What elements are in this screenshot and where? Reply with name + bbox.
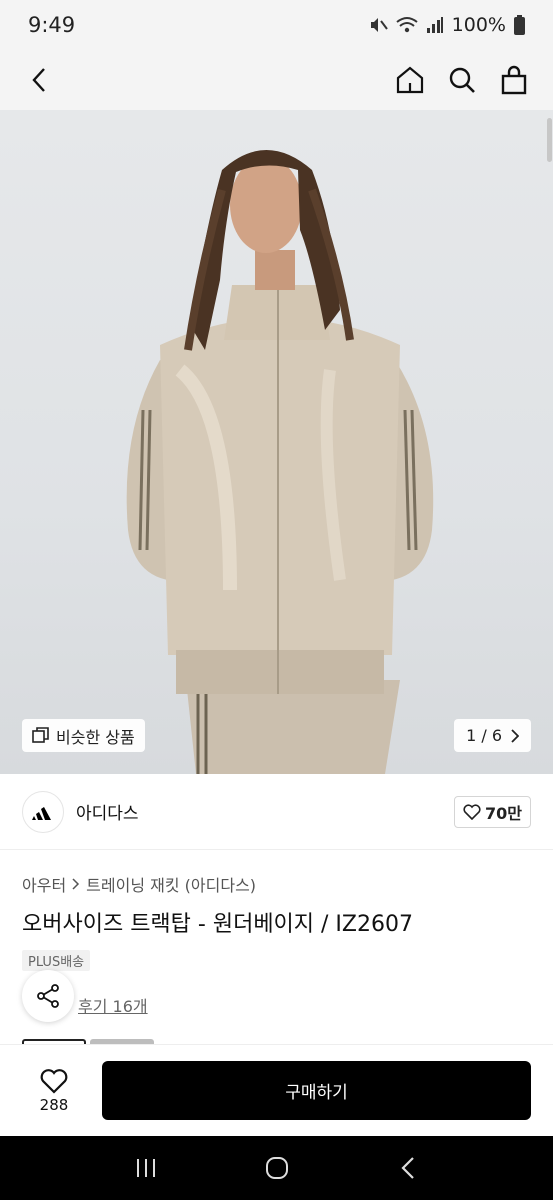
plus-delivery-badge: PLUS배송 xyxy=(22,950,91,971)
shopping-bag-icon xyxy=(501,65,527,95)
brand-name: 아디다스 xyxy=(76,804,139,824)
pager-text: 1 / 6 xyxy=(466,726,502,745)
similar-products-label: 비슷한 상품 xyxy=(56,727,135,747)
breadcrumb: 아우터 트레이닝 재킷 (아디다스) xyxy=(22,872,256,896)
back-button[interactable] xyxy=(24,65,54,95)
battery-text: 100% xyxy=(451,14,506,36)
home-system-button[interactable] xyxy=(262,1153,292,1183)
chevron-right-icon xyxy=(72,878,80,890)
brand-like-button[interactable]: 70만 xyxy=(454,795,531,828)
wishlist-button[interactable]: 288 xyxy=(22,1068,86,1114)
similar-products-button[interactable]: 비슷한 상품 xyxy=(22,719,145,752)
heart-icon xyxy=(463,803,481,820)
signal-icon xyxy=(426,16,444,34)
cart-button[interactable] xyxy=(499,65,529,95)
image-pager[interactable]: 1 / 6 xyxy=(454,719,531,752)
breadcrumb-item[interactable]: 아우터 xyxy=(22,872,66,896)
wishlist-count: 288 xyxy=(39,1095,69,1114)
wifi-icon xyxy=(396,16,418,34)
back-arrow-icon xyxy=(400,1157,414,1179)
breadcrumb-item[interactable]: 트레이닝 재킷 (아디다스) xyxy=(86,872,256,896)
recent-apps-icon xyxy=(136,1159,155,1177)
status-icons: 100% xyxy=(368,14,525,36)
home-circle-icon xyxy=(265,1157,288,1179)
share-button[interactable] xyxy=(22,970,74,1022)
home-icon xyxy=(396,66,424,94)
scroll-indicator[interactable] xyxy=(547,118,552,162)
brand-like-count: 70만 xyxy=(485,803,522,823)
product-title: 오버사이즈 트랙탑 - 원더베이지 / IZ2607 xyxy=(22,912,413,937)
recent-apps-button[interactable] xyxy=(131,1153,161,1183)
system-nav-bar xyxy=(0,1136,553,1200)
chevron-right-icon xyxy=(511,728,519,743)
battery-icon xyxy=(514,15,525,35)
nav-actions xyxy=(395,65,529,95)
adidas-logo xyxy=(22,790,64,833)
buy-button[interactable]: 구매하기 xyxy=(102,1061,531,1120)
share-icon xyxy=(37,984,59,1008)
system-back-button[interactable] xyxy=(393,1153,423,1183)
product-image[interactable] xyxy=(0,110,553,774)
purchase-bar: 288 구매하기 xyxy=(0,1044,553,1136)
copy-icon xyxy=(32,726,49,743)
status-time: 9:49 xyxy=(28,13,76,37)
brand-link[interactable]: 아디다스 xyxy=(22,790,139,833)
status-bar: 9:49 100% xyxy=(0,0,553,50)
brand-row: 아디다스 70만 xyxy=(0,774,553,850)
heart-icon xyxy=(40,1068,68,1094)
mute-icon xyxy=(368,15,388,35)
chevron-left-icon xyxy=(32,68,45,92)
top-nav xyxy=(0,50,553,110)
reviews-link[interactable]: 후기 16개 xyxy=(78,993,148,1017)
search-button[interactable] xyxy=(447,65,477,95)
product-photo xyxy=(126,150,434,774)
search-icon xyxy=(449,67,475,93)
home-button[interactable] xyxy=(395,65,425,95)
